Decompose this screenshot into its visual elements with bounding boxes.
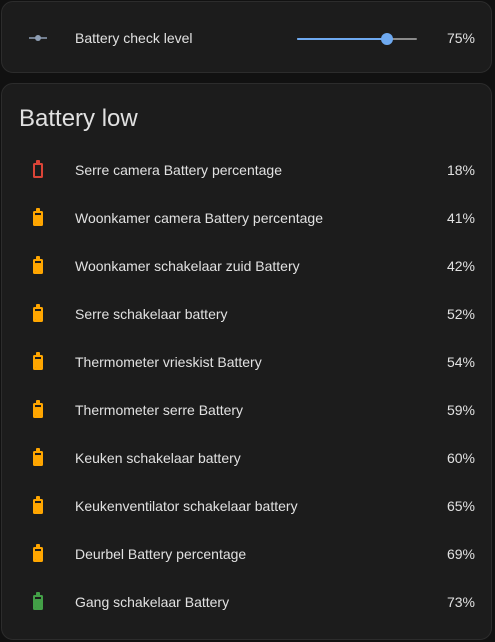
- card-title: Battery low: [19, 105, 138, 132]
- battery-check-card: Battery check level 75%: [1, 1, 492, 73]
- battery-item-name: Serre schakelaar battery: [75, 306, 228, 322]
- slider-thumb[interactable]: [381, 33, 393, 45]
- battery-item-value: 18%: [446, 162, 475, 178]
- battery-item-name: Deurbel Battery percentage: [75, 546, 247, 562]
- battery-item-value: 54%: [446, 354, 475, 370]
- battery-item-name: Serre camera Battery percentage: [75, 162, 282, 178]
- battery-item-value: 65%: [446, 498, 475, 514]
- battery-item-value: 69%: [446, 546, 475, 562]
- battery-icon: [26, 302, 50, 326]
- battery-icon: [26, 542, 50, 566]
- battery-check-slider[interactable]: [297, 33, 417, 45]
- battery-item-value: 60%: [446, 450, 475, 466]
- battery-low-card: Battery low Serre camera Battery percent…: [1, 83, 492, 640]
- battery-check-row: Battery check level 75%: [2, 18, 491, 58]
- battery-check-label: Battery check level: [75, 30, 193, 46]
- slider-fill: [297, 38, 387, 40]
- battery-item-name: Thermometer vrieskist Battery: [75, 354, 262, 370]
- battery-item-name: Keukenventilator schakelaar battery: [75, 498, 298, 514]
- battery-list-item[interactable]: Keukenventilator schakelaar battery 65%: [2, 486, 491, 526]
- battery-list-item[interactable]: Thermometer serre Battery 59%: [2, 390, 491, 430]
- battery-list-item[interactable]: Keuken schakelaar battery 60%: [2, 438, 491, 478]
- battery-item-value: 59%: [446, 402, 475, 418]
- battery-list-item[interactable]: Woonkamer schakelaar zuid Battery 42%: [2, 246, 491, 286]
- battery-outline-icon: [26, 158, 50, 182]
- battery-icon: [26, 206, 50, 230]
- battery-list-item[interactable]: Deurbel Battery percentage 69%: [2, 534, 491, 574]
- battery-list-item[interactable]: Gang schakelaar Battery 73%: [2, 582, 491, 622]
- battery-item-name: Thermometer serre Battery: [75, 402, 244, 418]
- battery-item-value: 42%: [446, 258, 475, 274]
- battery-icon: [26, 254, 50, 278]
- battery-item-value: 41%: [446, 210, 475, 226]
- battery-list-item[interactable]: Serre schakelaar battery 52%: [2, 294, 491, 334]
- battery-icon: [26, 350, 50, 374]
- battery-icon: [26, 590, 50, 614]
- battery-check-value: 75%: [446, 30, 475, 46]
- battery-icon: [26, 398, 50, 422]
- battery-item-value: 52%: [446, 306, 475, 322]
- battery-list-item[interactable]: Woonkamer camera Battery percentage 41%: [2, 198, 491, 238]
- slider-icon: [26, 26, 50, 50]
- battery-list-item[interactable]: Thermometer vrieskist Battery 54%: [2, 342, 491, 382]
- battery-icon: [26, 446, 50, 470]
- battery-list-item[interactable]: Serre camera Battery percentage 18%: [2, 150, 491, 190]
- battery-item-name: Keuken schakelaar battery: [75, 450, 241, 466]
- battery-item-name: Gang schakelaar Battery: [75, 594, 230, 610]
- battery-item-value: 73%: [446, 594, 475, 610]
- battery-icon: [26, 494, 50, 518]
- battery-item-name: Woonkamer schakelaar zuid Battery: [75, 258, 300, 274]
- battery-item-name: Woonkamer camera Battery percentage: [75, 210, 323, 226]
